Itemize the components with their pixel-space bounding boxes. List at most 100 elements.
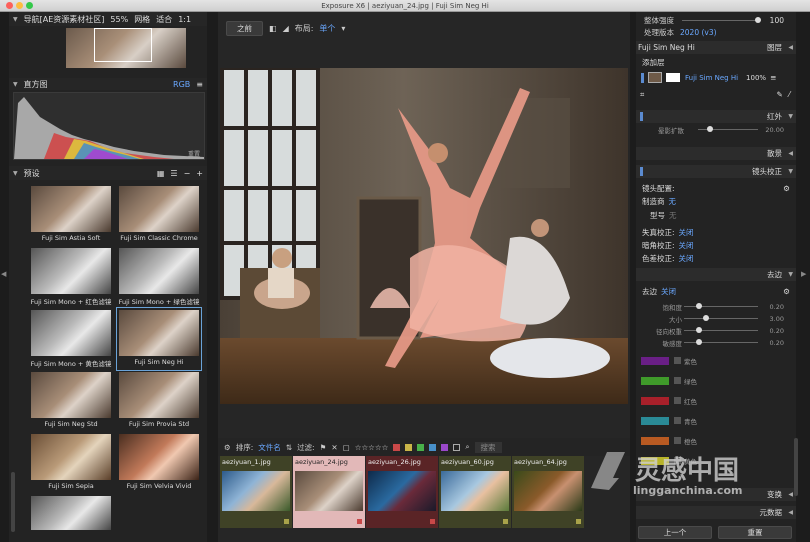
search-input[interactable]: 搜索 (474, 441, 502, 453)
fringe-color-checkbox[interactable] (674, 437, 681, 444)
filmstrip-item[interactable]: aeziyuan_26.jpg (366, 456, 438, 528)
filmstrip-item[interactable]: aeziyuan_24.jpg (293, 456, 365, 528)
edges-slider-knob[interactable] (703, 315, 710, 321)
color-filter-green[interactable] (417, 443, 425, 451)
layer-thumbnail[interactable] (648, 72, 662, 83)
histogram-mode[interactable]: RGB (173, 80, 190, 89)
model-select[interactable]: 无 (669, 210, 677, 221)
layers-header[interactable]: Fuji Sim Neg Hi 图层 ◀ (636, 41, 796, 54)
collapse-triangle-icon[interactable]: ▼ (13, 81, 18, 88)
preset-item[interactable]: Fuji Sim Neg Hi (116, 307, 202, 371)
layer-row[interactable]: Fuji Sim Neg Hi 100% ≡ (636, 70, 796, 85)
add-layer-row[interactable]: 添加层 (636, 56, 796, 69)
color-filter-purple[interactable] (441, 443, 449, 451)
edges-slider[interactable] (684, 315, 758, 321)
layer-opacity[interactable]: 100% (746, 74, 766, 82)
edges-slider-knob[interactable] (695, 339, 702, 345)
filmstrip-item[interactable]: aeziyuan_1.jpg (220, 456, 292, 528)
preset-item[interactable]: Fuji Sim Mono + 黄色滤镜 (29, 308, 113, 370)
collapse-triangle-icon[interactable]: ▼ (788, 271, 793, 278)
preset-item[interactable]: Fuji Sim Provia Std (117, 370, 201, 432)
collapse-left-panel-icon[interactable]: ◀ (1, 270, 6, 278)
fringe-select[interactable]: 关闭 (679, 253, 694, 264)
edges-slider[interactable] (684, 339, 758, 345)
split-view-icon[interactable]: ◧ (269, 24, 277, 33)
navigator-viewport-rect[interactable] (94, 28, 152, 62)
fringe-color-swatch[interactable] (641, 357, 669, 365)
preset-item[interactable]: Fuji Sim Sepia (29, 432, 113, 494)
presets-scrollbar[interactable] (11, 472, 15, 532)
main-photo[interactable] (220, 68, 628, 404)
intensity-slider[interactable] (682, 17, 761, 23)
shadow-spread-knob[interactable] (707, 126, 713, 132)
collapse-triangle-icon[interactable]: ◀ (788, 44, 793, 51)
search-icon[interactable]: ⌕ (465, 442, 469, 452)
edges-select[interactable]: 关闭 (661, 286, 676, 297)
grid-view-icon[interactable]: ▦ (157, 169, 165, 178)
right-panel-scrollbar[interactable] (794, 438, 798, 496)
lens-section[interactable]: 镜头校正 ▼ (636, 165, 796, 178)
collapse-triangle-icon[interactable]: ▼ (13, 16, 18, 23)
list-view-icon[interactable]: ☰ (170, 169, 177, 178)
navigator-grid[interactable]: 网格 (134, 14, 150, 25)
fringe-swatch-row[interactable]: 红色 (636, 396, 796, 406)
fringe-swatch-row[interactable]: 绿色 (636, 376, 796, 386)
sort-select[interactable]: 文件名 (258, 442, 281, 453)
presets-header[interactable]: ▼ 预设 ▦ ☰ − + (9, 166, 207, 180)
brush-icon[interactable]: ✎ (776, 90, 782, 99)
gear-icon[interactable]: ⚙ (783, 184, 790, 193)
navigator-ratio[interactable]: 1:1 (178, 15, 191, 24)
intensity-slider-knob[interactable] (755, 17, 761, 23)
preset-item[interactable]: Fuji Sim Classic Chrome (117, 184, 201, 246)
fringe-color-checkbox[interactable] (674, 357, 681, 364)
fringe-color-swatch[interactable] (641, 417, 669, 425)
bokeh-section[interactable]: 散景 ◀ (636, 147, 796, 160)
fringe-color-checkbox[interactable] (674, 377, 681, 384)
preset-item[interactable]: Fuji Sim Astia Soft (29, 184, 113, 246)
layer-mask-thumbnail[interactable] (666, 73, 680, 82)
add-preset-icon[interactable]: + (196, 169, 203, 178)
navigator-zoom[interactable]: 55% (110, 15, 128, 24)
preset-item[interactable]: Fuji Sim Velvia Vivid (117, 432, 201, 494)
fringe-swatch-row[interactable]: 橙色 (636, 436, 796, 446)
infrared-section[interactable]: 红外 ▼ (636, 110, 796, 123)
collapse-right-panel-icon[interactable]: ▶ (801, 270, 806, 278)
navigator-fit[interactable]: 适合 (156, 14, 172, 25)
layout-select[interactable]: 单个 (319, 23, 335, 34)
navigator-header[interactable]: ▼ 导航[AE资源素材社区] 55% 网格 适合 1:1 (9, 12, 207, 26)
reject-icon[interactable]: ✕ (331, 443, 337, 452)
comment-icon[interactable]: ▢ (343, 443, 350, 452)
edges-slider-knob[interactable] (695, 303, 702, 309)
fringe-color-checkbox[interactable] (674, 417, 681, 424)
color-filter-none[interactable] (453, 443, 461, 451)
previous-button[interactable]: 上一个 (638, 526, 712, 539)
edges-slider-knob[interactable] (695, 327, 702, 333)
crop-icon[interactable]: ⌗ (640, 90, 644, 100)
gear-icon[interactable]: ⚙ (224, 443, 231, 452)
color-filter-red[interactable] (393, 443, 401, 451)
collapse-triangle-icon[interactable]: ◀ (788, 491, 793, 498)
edges-section[interactable]: 去边 ▼ (636, 268, 796, 281)
color-filter-yellow[interactable] (405, 443, 413, 451)
histogram-reset[interactable]: 重置 (188, 149, 200, 158)
preset-item[interactable]: Fuji Sim Neg Std (29, 370, 113, 432)
collapse-triangle-icon[interactable]: ▼ (13, 170, 18, 177)
layer-menu-icon[interactable]: ≡ (770, 73, 776, 82)
fringe-color-swatch[interactable] (641, 397, 669, 405)
flag-icon[interactable]: ⚑ (320, 443, 327, 452)
collapse-triangle-icon[interactable]: ▼ (788, 113, 793, 120)
fringe-swatch-row[interactable]: 青色 (636, 416, 796, 426)
distortion-select[interactable]: 关闭 (679, 227, 694, 238)
preset-item[interactable]: Fuji Sim Mono + 绿色滤镜 (117, 246, 201, 308)
fringe-color-checkbox[interactable] (674, 397, 681, 404)
minimize-window-button[interactable] (16, 2, 23, 9)
histogram-header[interactable]: ▼ 直方图 RGB ≡ (9, 78, 207, 90)
preset-item[interactable] (29, 494, 113, 530)
collapse-triangle-icon[interactable]: ◀ (788, 509, 793, 516)
filmstrip-item[interactable]: aeziyuan_64.jpg (512, 456, 584, 528)
close-window-button[interactable] (6, 2, 13, 9)
filmstrip-item[interactable]: aeziyuan_60.jpg (439, 456, 511, 528)
sort-direction-icon[interactable]: ⇅ (286, 443, 292, 452)
fringe-swatch-row[interactable]: 紫色 (636, 356, 796, 366)
chevron-down-icon[interactable]: ▾ (341, 24, 345, 33)
